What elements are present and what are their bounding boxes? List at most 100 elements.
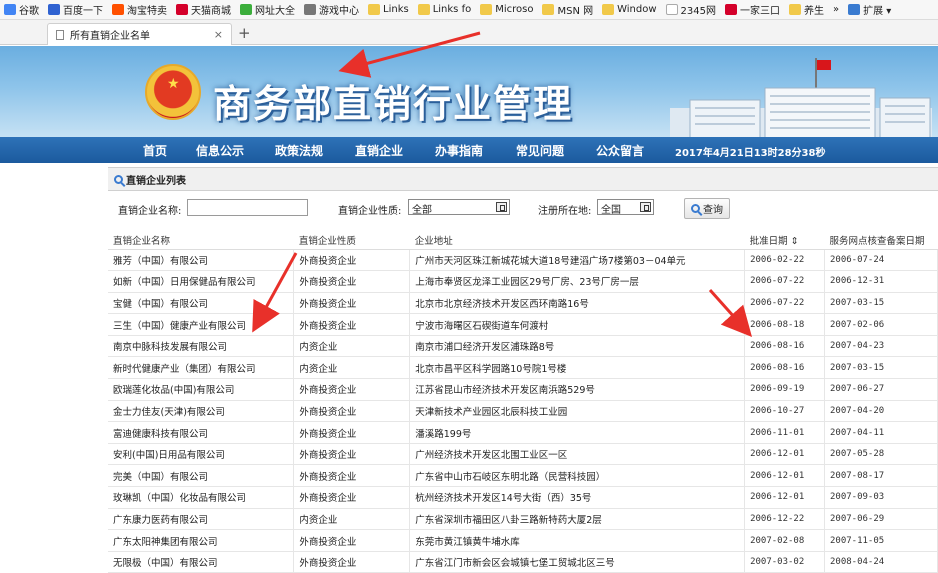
bookmark-item[interactable]: 谷歌	[4, 2, 39, 17]
cell-company-name[interactable]: 雅芳（中国）有限公司	[108, 249, 295, 272]
table-row[interactable]: 完美（中国）有限公司 外商投资企业 广东省中山市石岐区东明北路（民营科技园） 2006…	[108, 464, 938, 488]
cell-company-name[interactable]: 安利(中国)日用品有限公司	[108, 443, 295, 466]
site-banner: ★ 商务部直销行业管理	[0, 46, 938, 138]
search-button[interactable]: 查询	[684, 198, 730, 219]
cell-company-name[interactable]: 广东康力医药有限公司	[108, 508, 295, 531]
col-header-filing-date[interactable]: 服务网点核查备案日期	[824, 231, 938, 250]
table-row[interactable]: 欧瑞莲化妆品(中国)有限公司 外商投资企业 江苏省昆山市经济技术开发区南浜路529号…	[108, 378, 938, 401]
table-row[interactable]: 南京中脉科技发展有限公司 内资企业 南京市浦口经济开发区浦珠路8号 2006-08-1…	[108, 335, 938, 358]
panel-header: 直销企业列表	[108, 167, 938, 191]
filter-bar: 直销企业名称: 直销企业性质: 全部 注册所在地: 全国	[108, 195, 938, 221]
cell-company-name[interactable]: 三生（中国）健康产业有限公司	[108, 313, 295, 336]
cell-filing-date: 2008-04-24	[824, 551, 938, 573]
company-name-input[interactable]	[187, 199, 308, 216]
col-header-address[interactable]: 企业地址	[409, 231, 745, 250]
cell-company-name[interactable]: 广东太阳神集团有限公司	[108, 529, 295, 552]
bookmark-item[interactable]: 游戏中心	[304, 2, 359, 17]
bookmark-label: 百度一下	[63, 6, 103, 17]
cell-address: 广东省江门市新会区会城镇七堡工贸城北区三号	[409, 551, 746, 573]
bookmark-item[interactable]: Window	[602, 4, 657, 15]
table-row[interactable]: 广东太阳神集团有限公司 外商投资企业 东莞市黄江镇黄牛埔水库 2007-02-08 20…	[108, 529, 938, 552]
bookmark-item[interactable]: 一家三口	[725, 2, 780, 17]
bookmark-item[interactable]: Microso	[480, 4, 533, 15]
table-row[interactable]: 如新（中国）日用保健品有限公司 外商投资企业 上海市奉贤区龙泽工业园区29号厂房、2…	[108, 270, 938, 293]
table-row[interactable]: 三生（中国）健康产业有限公司 外商投资企业 宁波市海曙区石碶街道车何渡村 2006-0…	[108, 313, 938, 336]
name-label: 直销企业名称:	[118, 206, 182, 217]
cell-nature: 外商投资企业	[293, 529, 411, 552]
cell-address: 广州经济技术开发区北围工业区一区	[409, 443, 746, 466]
nav-feedback[interactable]: 公众留言	[596, 142, 644, 159]
cell-address: 广东省深圳市福田区八卦三路新特药大厦2层	[409, 508, 746, 531]
nav-home[interactable]: 首页	[143, 142, 167, 159]
cell-nature: 外商投资企业	[293, 313, 411, 336]
cell-company-name[interactable]: 新时代健康产业（集团）有限公司	[108, 356, 295, 380]
bookmark-item[interactable]: 扩展 ▾	[848, 2, 891, 17]
cell-nature: 外商投资企业	[293, 443, 411, 466]
cell-company-name[interactable]: 欧瑞莲化妆品(中国)有限公司	[108, 378, 295, 401]
cell-company-name[interactable]: 宝健（中国）有限公司	[108, 292, 295, 315]
cell-company-name[interactable]: 完美（中国）有限公司	[108, 464, 295, 488]
bookmark-item[interactable]: 网址大全	[240, 2, 295, 17]
cell-approval-date: 2006-11-01	[744, 421, 825, 444]
national-emblem-icon: ★	[145, 64, 201, 120]
cell-nature: 内资企业	[293, 335, 411, 358]
cell-filing-date: 2007-09-03	[824, 486, 938, 509]
cell-approval-date: 2006-07-22	[744, 270, 825, 293]
cell-address: 潘溪路199号	[409, 421, 746, 444]
location-select[interactable]: 全国	[597, 199, 654, 216]
col-header-approval-date[interactable]: 批准日期 ⇕	[744, 231, 825, 250]
nature-select[interactable]: 全部	[408, 199, 510, 216]
nav-policy[interactable]: 政策法规	[275, 142, 323, 159]
cell-company-name[interactable]: 如新（中国）日用保健品有限公司	[108, 270, 295, 293]
col-header-name[interactable]: 直销企业名称	[108, 231, 294, 250]
cell-filing-date: 2007-03-15	[824, 292, 938, 315]
bookmark-item[interactable]: 淘宝特卖	[112, 2, 167, 17]
table-row[interactable]: 无限极（中国）有限公司 外商投资企业 广东省江门市新会区会城镇七堡工贸城北区三号 20…	[108, 551, 938, 573]
cell-company-name[interactable]: 富迪健康科技有限公司	[108, 421, 295, 444]
new-tab-button[interactable]: +	[238, 24, 251, 42]
cell-filing-date: 2006-07-24	[824, 249, 938, 272]
bookmark-item[interactable]: Links fo	[417, 4, 471, 15]
table-row[interactable]: 广东康力医药有限公司 内资企业 广东省深圳市福田区八卦三路新特药大厦2层 2006-1…	[108, 508, 938, 531]
table-row[interactable]: 富迪健康科技有限公司 外商投资企业 潘溪路199号 2006-11-01 2007-04…	[108, 421, 938, 444]
bookmark-icon	[848, 4, 861, 15]
table-row[interactable]: 金士力佳友(天津)有限公司 外商投资企业 天津新技术产业园区北辰科技工业园 2006-…	[108, 400, 938, 423]
cell-filing-date: 2007-04-20	[824, 400, 938, 423]
table-row[interactable]: 玫琳凯（中国）化妆品有限公司 外商投资企业 杭州经济技术开发区14号大街（西）35号…	[108, 486, 938, 509]
table-row[interactable]: 雅芳（中国）有限公司 外商投资企业 广州市天河区珠江新城花城大道18号建滔广场7楼第…	[108, 249, 938, 272]
bookmark-item[interactable]: 百度一下	[48, 2, 103, 17]
company-table: 直销企业名称 直销企业性质 企业地址 批准日期 ⇕ 服务网点核查备案日期 雅芳（…	[108, 231, 938, 573]
bookmark-item[interactable]: Links	[368, 4, 409, 15]
bookmark-item[interactable]: »	[833, 4, 839, 15]
nav-info[interactable]: 信息公示	[196, 142, 244, 159]
bookmark-label: 养生	[804, 6, 824, 17]
bookmark-label: »	[833, 4, 840, 15]
cell-filing-date: 2007-06-29	[824, 508, 938, 531]
bookmark-item[interactable]: 天猫商城	[176, 2, 231, 17]
browser-tab[interactable]: 所有直销企业名单 ×	[47, 23, 232, 45]
bookmark-label: 游戏中心	[319, 6, 359, 17]
col-header-nature[interactable]: 直销企业性质	[293, 231, 410, 250]
cell-company-name[interactable]: 南京中脉科技发展有限公司	[108, 335, 295, 358]
folder-icon	[480, 4, 493, 15]
bookmark-item[interactable]: 养生	[789, 2, 824, 17]
cell-nature: 外商投资企业	[293, 378, 411, 401]
table-row[interactable]: 新时代健康产业（集团）有限公司 内资企业 北京市昌平区科学园路10号院1号楼 2006…	[108, 356, 938, 380]
folder-icon	[417, 4, 430, 15]
table-row[interactable]: 安利(中国)日用品有限公司 外商投资企业 广州经济技术开发区北围工业区一区 2006-…	[108, 443, 938, 466]
close-icon[interactable]: ×	[214, 28, 223, 41]
bookmark-item[interactable]: MSN 网	[542, 2, 593, 17]
cell-filing-date: 2006-12-31	[824, 270, 938, 293]
cell-company-name[interactable]: 无限极（中国）有限公司	[108, 551, 295, 573]
bookmark-icon	[240, 4, 252, 15]
cell-company-name[interactable]: 玫琳凯（中国）化妆品有限公司	[108, 486, 295, 509]
nav-faq[interactable]: 常见问题	[516, 142, 564, 159]
cell-approval-date: 2006-10-27	[744, 400, 825, 423]
bookmark-item[interactable]: 2345网	[665, 2, 716, 17]
nav-companies[interactable]: 直销企业	[355, 142, 403, 159]
nav-guide[interactable]: 办事指南	[435, 142, 483, 159]
table-row[interactable]: 宝健（中国）有限公司 外商投资企业 北京市北京经济技术开发区西环南路16号 2006-…	[108, 292, 938, 315]
cell-company-name[interactable]: 金士力佳友(天津)有限公司	[108, 400, 295, 423]
search-icon	[691, 204, 700, 213]
cell-filing-date: 2007-05-28	[824, 443, 938, 466]
